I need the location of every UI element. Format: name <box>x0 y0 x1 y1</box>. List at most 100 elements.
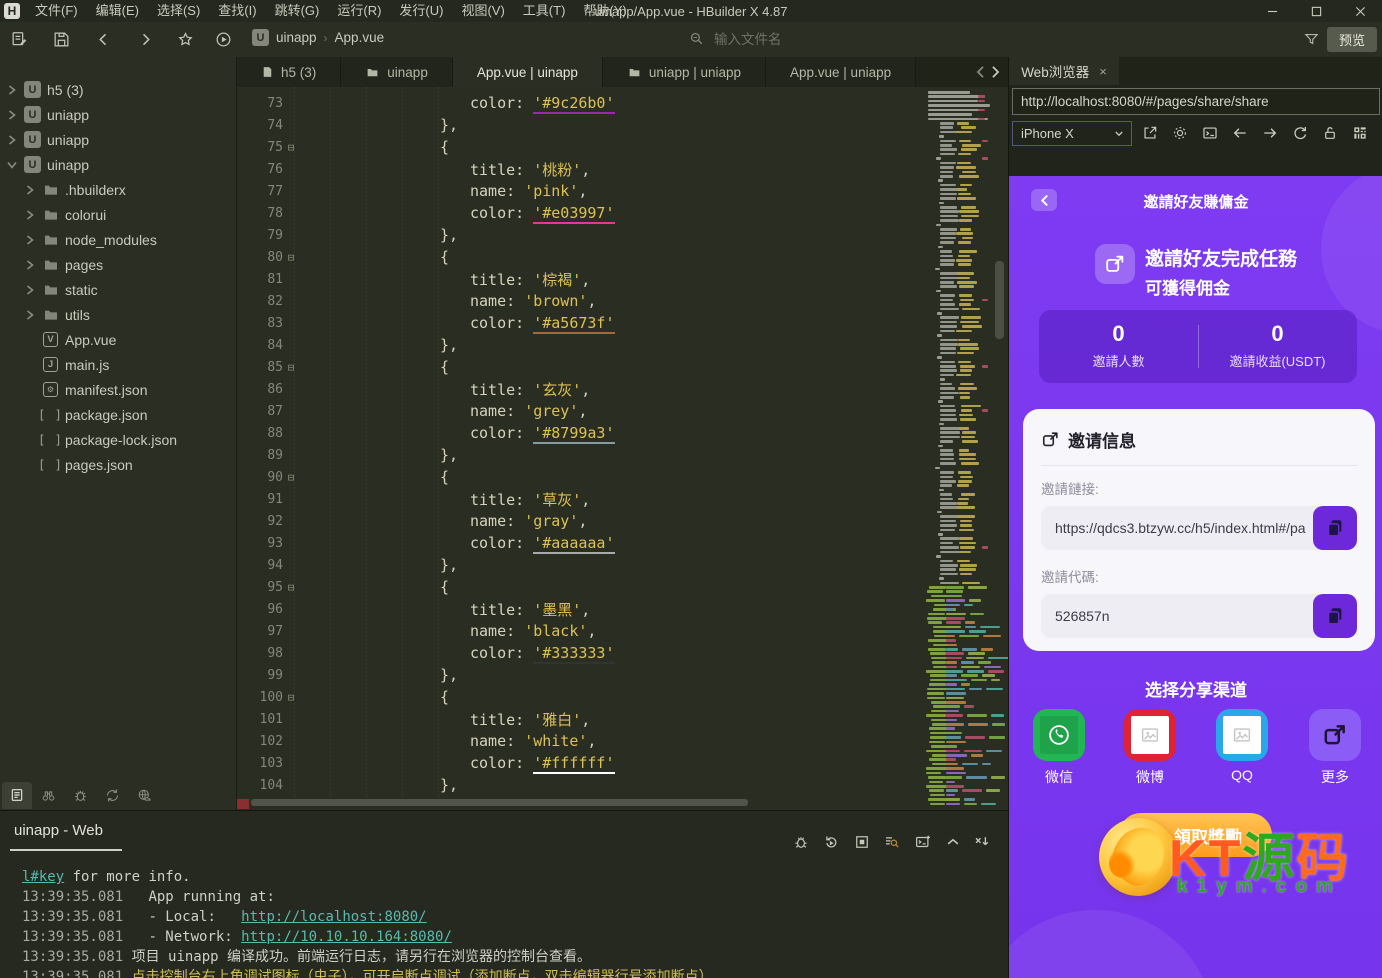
tree-item-App.vue[interactable]: V App.vue <box>0 327 236 352</box>
network-panel-icon[interactable] <box>128 787 160 804</box>
horizontal-scrollbar[interactable] <box>251 799 748 806</box>
log-link[interactable]: http://10.10.10.164:8080/ <box>241 929 452 945</box>
tree-item-pages[interactable]: pages <box>0 252 236 277</box>
save-icon[interactable] <box>52 30 71 49</box>
fold-icon[interactable]: ⊟ <box>283 692 299 703</box>
menu-item[interactable]: 运行(R) <box>328 3 390 18</box>
device-select[interactable]: iPhone X <box>1012 121 1132 146</box>
menu-item[interactable]: 跳转(G) <box>266 3 329 18</box>
copy-code-button[interactable] <box>1313 594 1357 638</box>
share-channel-微博[interactable] <box>1124 709 1176 761</box>
fold-icon[interactable]: ⊟ <box>283 472 299 483</box>
editor-tab[interactable]: h5 (3) <box>237 57 342 87</box>
log-link[interactable]: l#key <box>22 869 64 885</box>
refresh-icon[interactable] <box>1292 125 1309 142</box>
tree-item-package.json[interactable]: [ ] package.json <box>0 402 236 427</box>
chevron-right-icon[interactable] <box>24 309 36 320</box>
tree-item-static[interactable]: static <box>0 277 236 302</box>
copy-link-button[interactable] <box>1313 506 1357 550</box>
tree-item-main.js[interactable]: Jmain.js <box>0 352 236 377</box>
share-channel-more[interactable] <box>1309 709 1361 761</box>
menu-item[interactable]: 发行(U) <box>390 3 452 18</box>
tab-scroll-right-icon[interactable] <box>991 66 1000 78</box>
filter-funnel-icon[interactable] <box>1303 31 1320 48</box>
close-icon[interactable]: × <box>1099 64 1107 79</box>
nav-forward-icon[interactable] <box>1262 125 1279 142</box>
tree-item-utils[interactable]: utils <box>0 302 236 327</box>
close-icon[interactable] <box>1338 0 1382 22</box>
menu-item[interactable]: 视图(V) <box>452 3 513 18</box>
chevron-right-icon[interactable] <box>24 284 36 295</box>
tree-item-colorui[interactable]: colorui <box>0 202 236 227</box>
menu-item[interactable]: 查找(I) <box>209 3 265 18</box>
invite-link-input[interactable]: https://qdcs3.btzyw.cc/h5/index.html#/pa <box>1041 506 1319 550</box>
log-link[interactable]: http://localhost:8080/ <box>241 909 426 925</box>
menu-item[interactable]: 工具(T) <box>514 3 575 18</box>
chevron-right-icon[interactable] <box>24 209 36 220</box>
tree-item-h5-3-[interactable]: Uh5 (3) <box>0 77 236 102</box>
preview-button[interactable]: 预览 <box>1327 27 1378 52</box>
tree-item-.hbuilderx[interactable]: .hbuilderx <box>0 177 236 202</box>
console-close-icon[interactable] <box>973 833 991 851</box>
search-panel-icon[interactable] <box>32 787 64 804</box>
fold-icon[interactable]: ⊟ <box>283 252 299 263</box>
terminal-icon[interactable] <box>1202 125 1219 142</box>
tree-item-package-lock.json[interactable]: [ ] package-lock.json <box>0 427 236 452</box>
tree-item-uniapp[interactable]: Uuniapp <box>0 127 236 152</box>
new-file-icon[interactable] <box>10 30 29 49</box>
vertical-scrollbar[interactable] <box>995 261 1004 339</box>
url-input[interactable]: http://localhost:8080/#/pages/share/shar… <box>1012 88 1380 115</box>
chevron-right-icon[interactable] <box>24 184 36 195</box>
files-panel-icon[interactable] <box>2 781 32 809</box>
share-channel-QQ[interactable] <box>1216 709 1268 761</box>
run-icon[interactable] <box>214 30 233 49</box>
console-collapse-icon[interactable] <box>944 833 962 851</box>
nav-forward-icon[interactable] <box>136 30 155 49</box>
tree-item-uinapp[interactable]: Uuinapp <box>0 152 236 177</box>
console-tab[interactable]: uinapp - Web <box>14 822 103 839</box>
console-new-terminal-icon[interactable] <box>914 833 932 851</box>
breadcrumb-file[interactable]: App.vue <box>335 30 385 45</box>
editor-tab[interactable]: uniapp | uniapp <box>602 57 767 87</box>
unlock-icon[interactable] <box>1322 125 1339 142</box>
tree-item-manifest.json[interactable]: ⚙ manifest.json <box>0 377 236 402</box>
open-in-browser-icon[interactable] <box>1142 125 1159 142</box>
chevron-right-icon[interactable] <box>24 259 36 270</box>
fold-icon[interactable]: ⊟ <box>283 582 299 593</box>
maximize-icon[interactable] <box>1294 0 1338 22</box>
sync-panel-icon[interactable] <box>96 787 128 804</box>
tab-scroll-left-icon[interactable] <box>976 66 985 78</box>
debug-panel-icon[interactable] <box>64 787 96 804</box>
chevron-right-icon[interactable] <box>6 109 18 120</box>
minimap[interactable] <box>920 89 1008 807</box>
tree-item-node_modules[interactable]: node_modules <box>0 227 236 252</box>
share-channel-微信[interactable] <box>1033 709 1085 761</box>
favorite-star-icon[interactable] <box>176 30 195 49</box>
tree-item-uniapp[interactable]: Uuniapp <box>0 102 236 127</box>
console-search-log-icon[interactable] <box>883 833 901 851</box>
breadcrumb-project[interactable]: uinapp <box>276 30 317 45</box>
menu-item[interactable]: 编辑(E) <box>87 3 148 18</box>
chevron-right-icon[interactable] <box>24 234 36 245</box>
menu-item[interactable]: 文件(F) <box>26 3 87 18</box>
settings-gear-icon[interactable] <box>1172 125 1189 142</box>
fold-icon[interactable]: ⊟ <box>283 142 299 153</box>
file-search-input[interactable]: 输入文件名 <box>688 28 782 48</box>
nav-back-icon[interactable] <box>1232 125 1249 142</box>
console-debug-icon[interactable] <box>792 833 810 851</box>
editor-tab[interactable]: uinapp <box>341 57 453 87</box>
chevron-down-icon[interactable] <box>6 161 18 169</box>
console-stop-icon[interactable] <box>853 833 871 851</box>
console-restart-icon[interactable] <box>822 833 840 851</box>
browser-tab[interactable]: Web浏览器 × <box>1009 57 1119 85</box>
chevron-right-icon[interactable] <box>6 84 18 95</box>
menu-item[interactable]: 选择(S) <box>148 3 209 18</box>
editor-tab[interactable]: App.vue | uinapp <box>452 57 603 87</box>
minimize-icon[interactable] <box>1250 0 1294 22</box>
tree-item-pages.json[interactable]: [ ] pages.json <box>0 452 236 477</box>
qrcode-icon[interactable] <box>1352 125 1369 142</box>
fold-icon[interactable]: ⊟ <box>283 362 299 373</box>
code-area[interactable]: 73 color: '#9c26b0' 74}, 75 ⊟{76 title: '桃粉',… <box>237 87 1008 810</box>
invite-code-input[interactable]: 526857n <box>1041 594 1319 638</box>
chevron-right-icon[interactable] <box>6 134 18 145</box>
